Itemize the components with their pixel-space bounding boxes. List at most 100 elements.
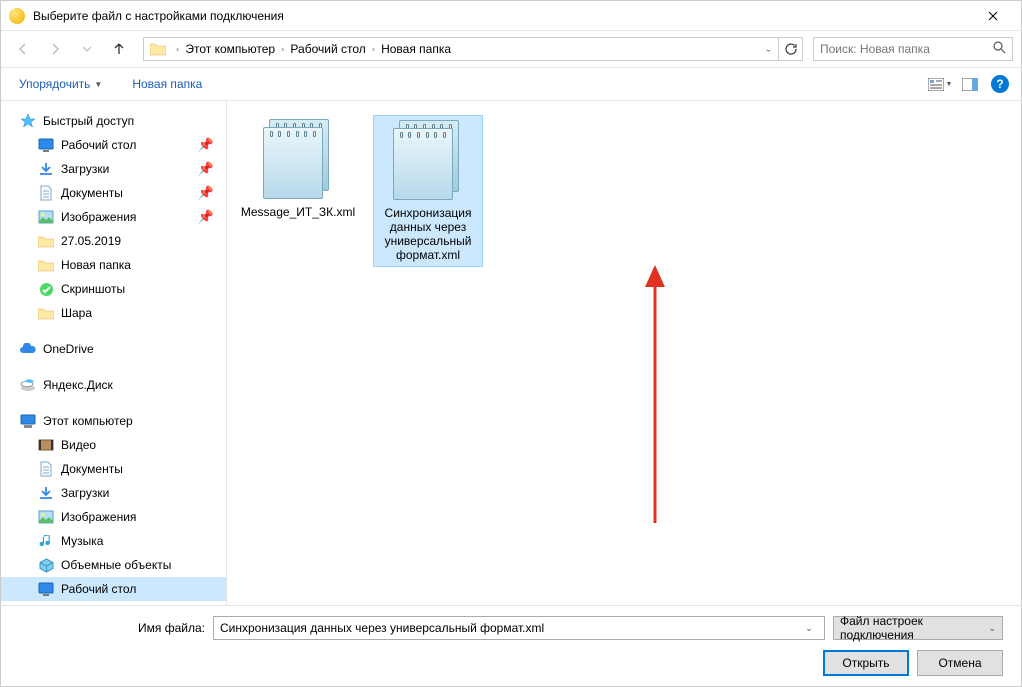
tree-label: Новая папка [61,258,131,272]
tree-label: Документы [61,186,123,200]
tree-label: Шара [61,306,92,320]
pin-icon: 📌 [198,137,214,153]
breadcrumb-item[interactable]: Новая папка [379,42,453,56]
breadcrumb-item[interactable]: Этот компьютер [183,42,277,56]
desktop-icon [37,580,55,598]
file-item[interactable]: Message_ИТ_ЗК.xml [243,115,353,223]
up-button[interactable] [105,37,133,61]
downloads-icon [37,484,55,502]
navigation-bar: › Этот компьютер › Рабочий стол › Новая … [1,31,1021,67]
pin-icon: 📌 [198,185,214,201]
new-folder-label: Новая папка [132,77,202,91]
refresh-button[interactable] [778,38,802,60]
pin-icon: 📌 [198,161,214,177]
tree-desktop-2[interactable]: Рабочий стол [1,577,226,601]
tree-label: Видео [61,438,96,452]
tree-folder-date[interactable]: 27.05.2019 [1,229,226,253]
help-button[interactable]: ? [991,75,1009,93]
view-icon [928,78,944,91]
folder-icon [148,39,168,59]
tree-folder-new[interactable]: Новая папка [1,253,226,277]
open-button[interactable]: Открыть [823,650,909,676]
drive-icon [37,604,55,605]
tree-shara[interactable]: Шара [1,301,226,325]
new-folder-button[interactable]: Новая папка [126,73,208,95]
tree-videos[interactable]: Видео [1,433,226,457]
file-list[interactable]: Message_ИТ_ЗК.xml Синхронизация данных ч… [227,101,1021,605]
tree-this-pc[interactable]: Этот компьютер [1,409,226,433]
chevron-down-icon: ⌄ [800,623,818,634]
tree-pictures[interactable]: Изображения 📌 [1,205,226,229]
pictures-icon [37,508,55,526]
folder-icon [37,304,55,322]
tree-music[interactable]: Музыка [1,529,226,553]
chevron-down-icon: ⌄ [764,45,772,53]
dialog-footer: Имя файла: Синхронизация данных через ун… [1,605,1021,686]
pc-icon [19,412,37,430]
filter-label: Файл настроек подключения [840,614,988,642]
forward-button[interactable] [41,37,69,61]
filename-combobox[interactable]: Синхронизация данных через универсальный… [213,616,825,640]
tree-label: Загрузки [61,486,109,500]
address-dropdown[interactable]: ⌄ [758,38,778,60]
tree-pictures-2[interactable]: Изображения [1,505,226,529]
close-button[interactable] [973,2,1013,30]
search-input[interactable] [820,42,989,56]
check-icon [37,280,55,298]
star-icon [19,112,37,130]
back-button[interactable] [9,37,37,61]
tree-screenshots[interactable]: Скриншоты [1,277,226,301]
recent-dropdown[interactable] [73,37,101,61]
search-box[interactable] [813,37,1013,61]
file-thumbnail [257,119,339,201]
documents-icon [37,184,55,202]
tree-label: Рабочий стол [61,582,136,596]
tree-downloads[interactable]: Загрузки 📌 [1,157,226,181]
cancel-label: Отмена [938,656,981,670]
organize-menu[interactable]: Упорядочить ▼ [13,73,108,95]
tree-yandex[interactable]: Яндекс.Диск [1,373,226,397]
chevron-right-icon: › [277,45,288,53]
tree-label: Изображения [61,510,136,524]
arrow-left-icon [15,41,31,57]
cloud-icon [19,340,37,358]
tree-quick-access[interactable]: Быстрый доступ [1,109,226,133]
main-area: Быстрый доступ Рабочий стол 📌 Загрузки 📌… [1,101,1021,605]
tree-documents[interactable]: Документы 📌 [1,181,226,205]
address-bar[interactable]: › Этот компьютер › Рабочий стол › Новая … [143,37,803,61]
tree-label: Скриншоты [61,282,125,296]
tree-label: Быстрый доступ [43,114,134,128]
desktop-icon [37,136,55,154]
documents-icon [37,460,55,478]
tree-label: OneDrive [43,342,94,356]
app-icon [9,8,25,24]
cancel-button[interactable]: Отмена [917,650,1003,676]
tree-system-c[interactable]: SYSTEM (C:) [1,601,226,605]
arrow-up-icon [111,41,127,57]
window-title: Выберите файл с настройками подключения [33,9,973,23]
file-item-selected[interactable]: Синхронизация данных через универсальный… [373,115,483,267]
file-type-filter[interactable]: Файл настроек подключения ⌄ [833,616,1003,640]
preview-pane-button[interactable] [955,72,985,96]
chevron-down-icon [82,44,92,54]
tree-downloads-2[interactable]: Загрузки [1,481,226,505]
breadcrumb-item[interactable]: Рабочий стол [288,42,367,56]
refresh-icon [784,42,798,56]
video-icon [37,436,55,454]
file-label: Синхронизация данных через универсальный… [378,206,478,262]
tree-onedrive[interactable]: OneDrive [1,337,226,361]
preview-pane-icon [962,78,978,91]
pictures-icon [37,208,55,226]
titlebar: Выберите файл с настройками подключения [1,1,1021,31]
navigation-tree[interactable]: Быстрый доступ Рабочий стол 📌 Загрузки 📌… [1,101,227,605]
tree-desktop[interactable]: Рабочий стол 📌 [1,133,226,157]
view-options-button[interactable]: ▼ [925,72,955,96]
folder-icon [37,256,55,274]
chevron-down-icon: ⌄ [988,623,996,634]
tree-label: 27.05.2019 [61,234,121,248]
organize-label: Упорядочить [19,77,90,91]
tree-3d-objects[interactable]: Объемные объекты [1,553,226,577]
tree-documents-2[interactable]: Документы [1,457,226,481]
close-icon [988,11,998,21]
chevron-down-icon: ▼ [94,80,102,89]
